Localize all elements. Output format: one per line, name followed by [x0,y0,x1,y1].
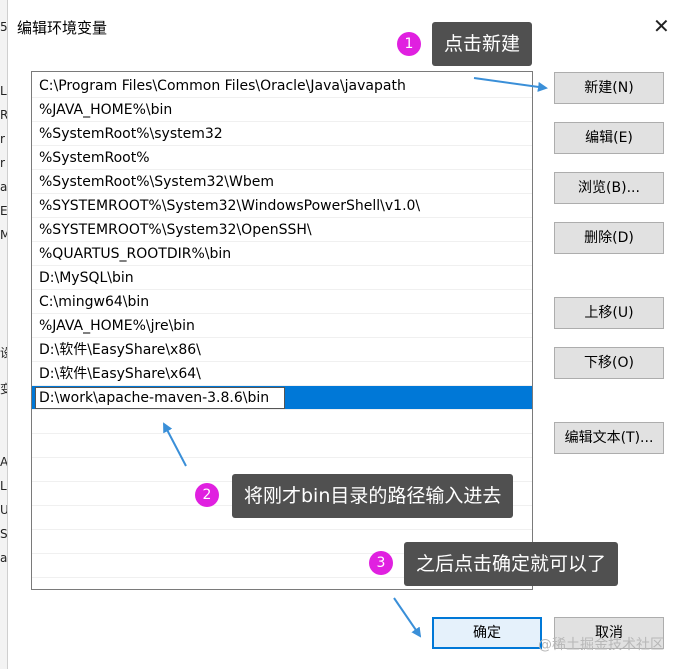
dialog-title: 编辑环境变量 [17,19,108,37]
close-icon[interactable]: ✕ [653,14,670,38]
list-item[interactable]: C:\mingw64\bin [32,290,532,314]
move-up-button[interactable]: 上移(U) [554,297,664,329]
watermark: @稀土掘金技术社区 [538,637,664,653]
list-item[interactable]: D:\MySQL\bin [32,266,532,290]
list-item[interactable]: %SYSTEMROOT%\System32\WindowsPowerShell\… [32,194,532,218]
delete-button[interactable]: 删除(D) [554,222,664,254]
new-button[interactable]: 新建(N) [554,72,664,104]
list-item[interactable]: D:\软件\EasyShare\x86\ [32,338,532,362]
step-badge-1: 1 [397,32,421,56]
bg-fragment: r [0,132,5,146]
edit-text-button[interactable]: 编辑文本(T)... [554,422,664,454]
step-badge-2: 2 [195,483,219,507]
list-item[interactable]: D:\软件\EasyShare\x64\ [32,362,532,386]
list-item[interactable]: %SystemRoot% [32,146,532,170]
bg-fragment: L [0,84,7,98]
edit-button[interactable]: 编辑(E) [554,122,664,154]
step-callout-2: 将刚才bin目录的路径输入进去 [232,474,514,518]
list-item-editing[interactable]: D:\work\apache-maven-3.8.6\bin [32,386,532,410]
step-callout-3: 之后点击确定就可以了 [404,542,619,586]
browse-button[interactable]: 浏览(B)... [554,172,664,204]
list-item[interactable]: %SystemRoot%\system32 [32,122,532,146]
path-edit-input[interactable]: D:\work\apache-maven-3.8.6\bin [35,387,285,409]
list-item[interactable]: %SYSTEMROOT%\System32\OpenSSH\ [32,218,532,242]
bg-fragment: r [0,156,5,170]
list-item[interactable]: %SystemRoot%\System32\Wbem [32,170,532,194]
list-item[interactable]: %JAVA_HOME%\jre\bin [32,314,532,338]
list-item[interactable]: C:\Program Files\Common Files\Oracle\Jav… [32,74,532,98]
step-callout-1: 点击新建 [432,22,533,66]
step-badge-3: 3 [369,551,393,575]
list-item[interactable]: %QUARTUS_ROOTDIR%\bin [32,242,532,266]
ok-button[interactable]: 确定 [432,617,542,649]
bg-fragment: L [0,479,7,493]
empty-row [32,434,532,458]
list-item[interactable]: %JAVA_HOME%\bin [32,98,532,122]
move-down-button[interactable]: 下移(O) [554,347,664,379]
empty-row [32,410,532,434]
